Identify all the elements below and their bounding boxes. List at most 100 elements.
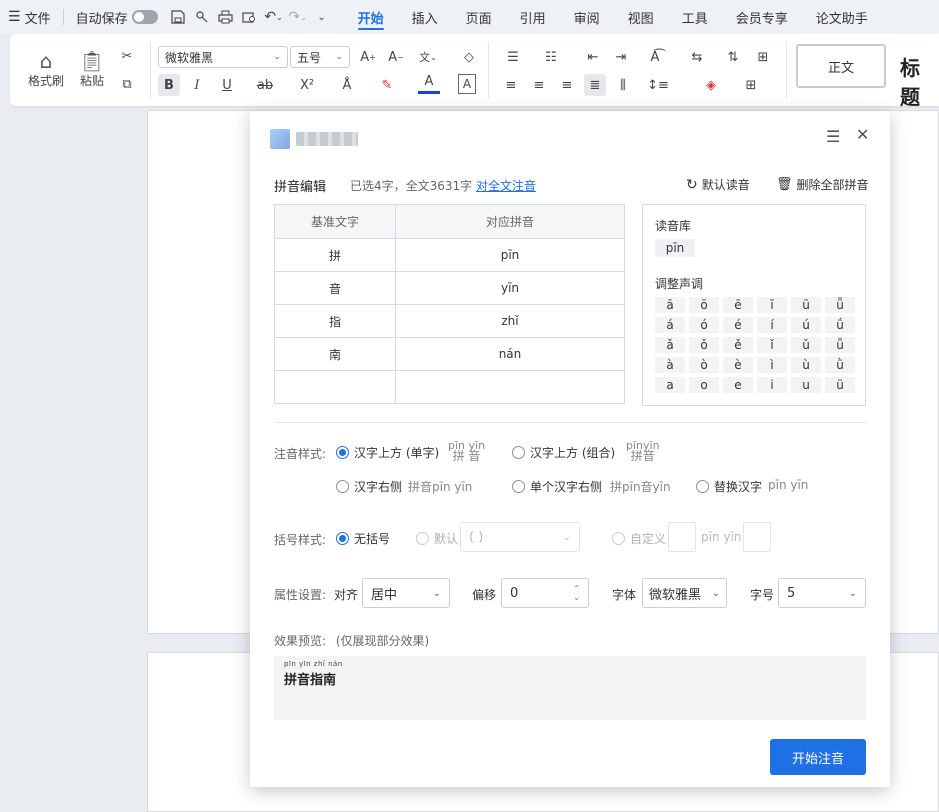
close-icon[interactable]: ✕ (856, 125, 869, 144)
print-preview-icon[interactable] (238, 5, 262, 29)
file-menu[interactable]: ☰ 文件 (0, 0, 59, 34)
tone-button[interactable]: ù (791, 357, 821, 373)
tab-tools[interactable]: 工具 (668, 0, 722, 34)
align-center-icon[interactable]: ≡ (528, 74, 550, 96)
autosave-toggle[interactable]: 自动保存 (68, 0, 166, 34)
shrink-font-icon[interactable]: A − (384, 46, 408, 68)
radio-above-single[interactable]: 汉字上方 (单字) (336, 444, 439, 461)
strikethrough-button[interactable]: ab (254, 74, 276, 96)
align-left-icon[interactable]: ≡ (500, 74, 522, 96)
table-row[interactable]: 音 yīn (274, 271, 625, 305)
tone-button[interactable]: ü (825, 377, 855, 393)
tone-button[interactable]: é (723, 317, 753, 333)
text-effect-icon[interactable]: Å (336, 74, 358, 96)
tone-button[interactable]: ǘ (825, 317, 855, 333)
radio-right[interactable]: 汉字右侧 (336, 478, 402, 495)
base-char-cell[interactable]: 拼 (274, 238, 396, 272)
italic-button[interactable]: I (186, 74, 208, 96)
line-spacing-icon[interactable]: ↕≡ (644, 74, 672, 96)
default-bracket-select[interactable]: ( ) ⌄ (460, 522, 580, 552)
custom-right-bracket-input[interactable] (743, 522, 771, 552)
spinner-arrows-icon[interactable]: ⌃ ⌄ (573, 584, 580, 602)
full-text-annotate-link[interactable]: 对全文注音 (476, 179, 536, 193)
tone-button[interactable]: o (689, 377, 719, 393)
bold-button[interactable]: B (158, 74, 180, 96)
tone-button[interactable]: ā (655, 297, 685, 313)
base-char-cell[interactable]: 南 (274, 337, 396, 371)
radio-above-group[interactable]: 汉字上方 (组合) (512, 444, 615, 461)
bullet-list-icon[interactable]: ☰ (500, 46, 526, 68)
tab-member[interactable]: 会员专享 (722, 0, 802, 34)
tone-button[interactable]: ǜ (825, 357, 855, 373)
tone-button[interactable]: ǔ (791, 337, 821, 353)
chevron-down-icon[interactable]: ⌄ (310, 5, 334, 29)
base-char-cell[interactable]: 音 (274, 271, 396, 305)
tone-button[interactable]: ě (723, 337, 753, 353)
tone-button[interactable]: ǎ (655, 337, 685, 353)
chinese-layout-icon[interactable]: ⇆ (684, 46, 710, 68)
increase-indent-icon[interactable]: ⇥ (610, 46, 632, 68)
table-row[interactable]: 拼 pīn (274, 238, 625, 272)
tone-button[interactable]: ǐ (757, 337, 787, 353)
decrease-indent-icon[interactable]: ⇤ (582, 46, 604, 68)
tone-button[interactable]: i (757, 377, 787, 393)
distribute-icon[interactable]: ⫼ (612, 74, 634, 96)
table-row[interactable] (274, 370, 625, 404)
tone-button[interactable]: à (655, 357, 685, 373)
style-normal[interactable]: 正文 (796, 44, 886, 88)
custom-left-bracket-input[interactable] (668, 522, 696, 552)
grow-font-icon[interactable]: A + (356, 46, 380, 68)
pinyin-cell[interactable] (395, 370, 625, 404)
radio-default-bracket[interactable]: 默认 (416, 530, 458, 547)
offset-stepper[interactable]: 0 ⌃ ⌄ (501, 578, 589, 608)
shading-icon[interactable]: ◈ (698, 74, 724, 96)
tone-button[interactable]: a (655, 377, 685, 393)
tab-insert[interactable]: 插入 (398, 0, 452, 34)
underline-button[interactable]: U (216, 74, 238, 96)
base-char-cell[interactable]: 指 (274, 304, 396, 338)
base-char-cell[interactable] (274, 370, 396, 404)
clear-format-icon[interactable]: ◇ (458, 46, 480, 68)
start-annotate-button[interactable]: 开始注音 (770, 739, 866, 775)
pinyin-cell[interactable]: zhǐ (395, 304, 625, 338)
undo-icon[interactable]: ↶ ⌄ (262, 5, 286, 29)
phonetic-guide-icon[interactable]: 文 ⌄ (414, 46, 442, 68)
menu-icon[interactable]: ☰ (826, 127, 840, 146)
tab-home[interactable]: 开始 (344, 0, 398, 34)
tone-button[interactable]: ò (689, 357, 719, 373)
tone-button[interactable]: á (655, 317, 685, 333)
save-icon[interactable] (166, 5, 190, 29)
tone-button[interactable]: ē (723, 297, 753, 313)
sort-icon[interactable]: ⇅ (722, 46, 744, 68)
tone-button[interactable]: ú (791, 317, 821, 333)
numbered-list-icon[interactable]: ☷ (538, 46, 564, 68)
paste-button[interactable]: 📋︎ 粘贴 (72, 44, 112, 94)
pinyin-cell[interactable]: yīn (395, 271, 625, 305)
font-select[interactable]: 微软雅黑 ⌄ (642, 578, 727, 608)
radio-single-right[interactable]: 单个汉字右侧 (512, 478, 602, 495)
reading-chip[interactable]: pīn (655, 239, 695, 257)
radio-replace[interactable]: 替换汉字 (696, 478, 762, 495)
tone-button[interactable]: e (723, 377, 753, 393)
share-icon[interactable] (190, 5, 214, 29)
tab-thesis[interactable]: 论文助手 (802, 0, 868, 34)
font-name-select[interactable]: 微软雅黑 ⌄ (158, 46, 288, 68)
char-border-button[interactable]: A (458, 74, 476, 94)
tone-button[interactable]: ó (689, 317, 719, 333)
tone-button[interactable]: è (723, 357, 753, 373)
tone-button[interactable]: ō (689, 297, 719, 313)
tone-button[interactable]: ǚ (825, 337, 855, 353)
format-painter-button[interactable]: ⌂ 格式刷 (24, 44, 68, 94)
table-row[interactable]: 南 nán (274, 337, 625, 371)
tone-button[interactable]: í (757, 317, 787, 333)
font-size-select[interactable]: 五号 ⌄ (290, 46, 350, 68)
size-select[interactable]: 5 ⌄ (778, 578, 866, 608)
tone-button[interactable]: ū (791, 297, 821, 313)
redo-icon[interactable]: ↷ ⌄ (286, 5, 310, 29)
tone-button[interactable]: ǖ (825, 297, 855, 313)
radio-custom-bracket[interactable]: 自定义 (612, 530, 666, 547)
tone-button[interactable]: u (791, 377, 821, 393)
font-color-button[interactable]: A (418, 72, 440, 94)
borders-icon[interactable]: ⊞ (738, 74, 764, 96)
tone-button[interactable]: ì (757, 357, 787, 373)
